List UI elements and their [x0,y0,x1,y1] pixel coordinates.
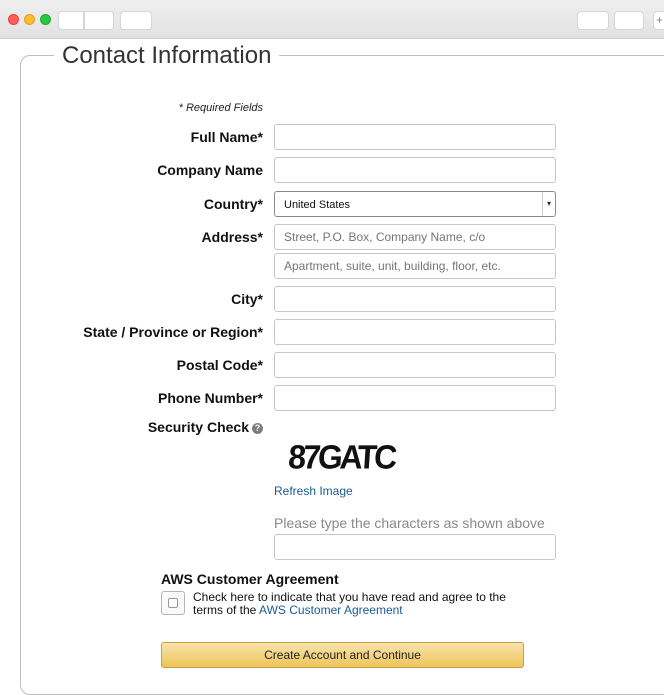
phone-number-label: Phone Number* [157,390,263,406]
required-fields-note: * Required Fields [178,102,263,114]
back-button[interactable] [58,11,84,30]
refresh-image-link[interactable]: Refresh Image [274,484,353,498]
share-button[interactable] [577,11,609,30]
address-line1-input[interactable] [274,224,556,250]
tabs-button[interactable] [614,11,644,30]
chevron-down-icon: ▾ [542,192,555,216]
postal-code-input[interactable] [274,352,556,378]
sidebar-button[interactable] [120,11,152,30]
state-input[interactable] [274,319,556,345]
new-tab-button[interactable]: + [653,11,664,30]
agreement-link[interactable]: AWS Customer Agreement [259,603,403,617]
country-selected-value: United States [284,199,351,211]
country-label: Country* [203,196,263,212]
address-label: Address* [201,229,263,245]
minimize-window-button[interactable] [24,14,35,25]
agreement-checkbox[interactable] [161,591,185,615]
captcha-hint: Please type the characters as shown abov… [274,515,545,531]
agreement-title: AWS Customer Agreement [161,571,339,587]
zoom-window-button[interactable] [40,14,51,25]
captcha-text: 87GATC [288,438,398,476]
company-name-label: Company Name [157,162,263,178]
page-title: Contact Information [54,40,280,72]
question-circle-icon[interactable]: ? [252,423,263,434]
phone-number-input[interactable] [274,385,556,411]
company-name-input[interactable] [274,157,556,183]
forward-button[interactable] [84,11,114,30]
plus-icon: + [656,13,664,27]
address-line2-input[interactable] [274,253,556,279]
full-name-label: Full Name* [190,129,263,145]
full-name-input[interactable] [274,124,556,150]
agreement-text: Check here to indicate that you have rea… [193,591,533,617]
postal-code-label: Postal Code* [176,357,263,373]
captcha-image: 87GATC [288,438,398,476]
city-label: City* [231,291,263,307]
security-check-label: Security Check? [148,414,263,440]
close-window-button[interactable] [8,14,19,25]
state-label: State / Province or Region* [83,324,263,340]
security-check-text: Security Check [147,419,249,435]
country-select[interactable]: United States ▾ [274,191,556,217]
city-input[interactable] [274,286,556,312]
captcha-answer-input[interactable] [274,534,556,560]
create-account-button[interactable]: Create Account and Continue [161,642,524,668]
window-titlebar: + [0,0,664,39]
